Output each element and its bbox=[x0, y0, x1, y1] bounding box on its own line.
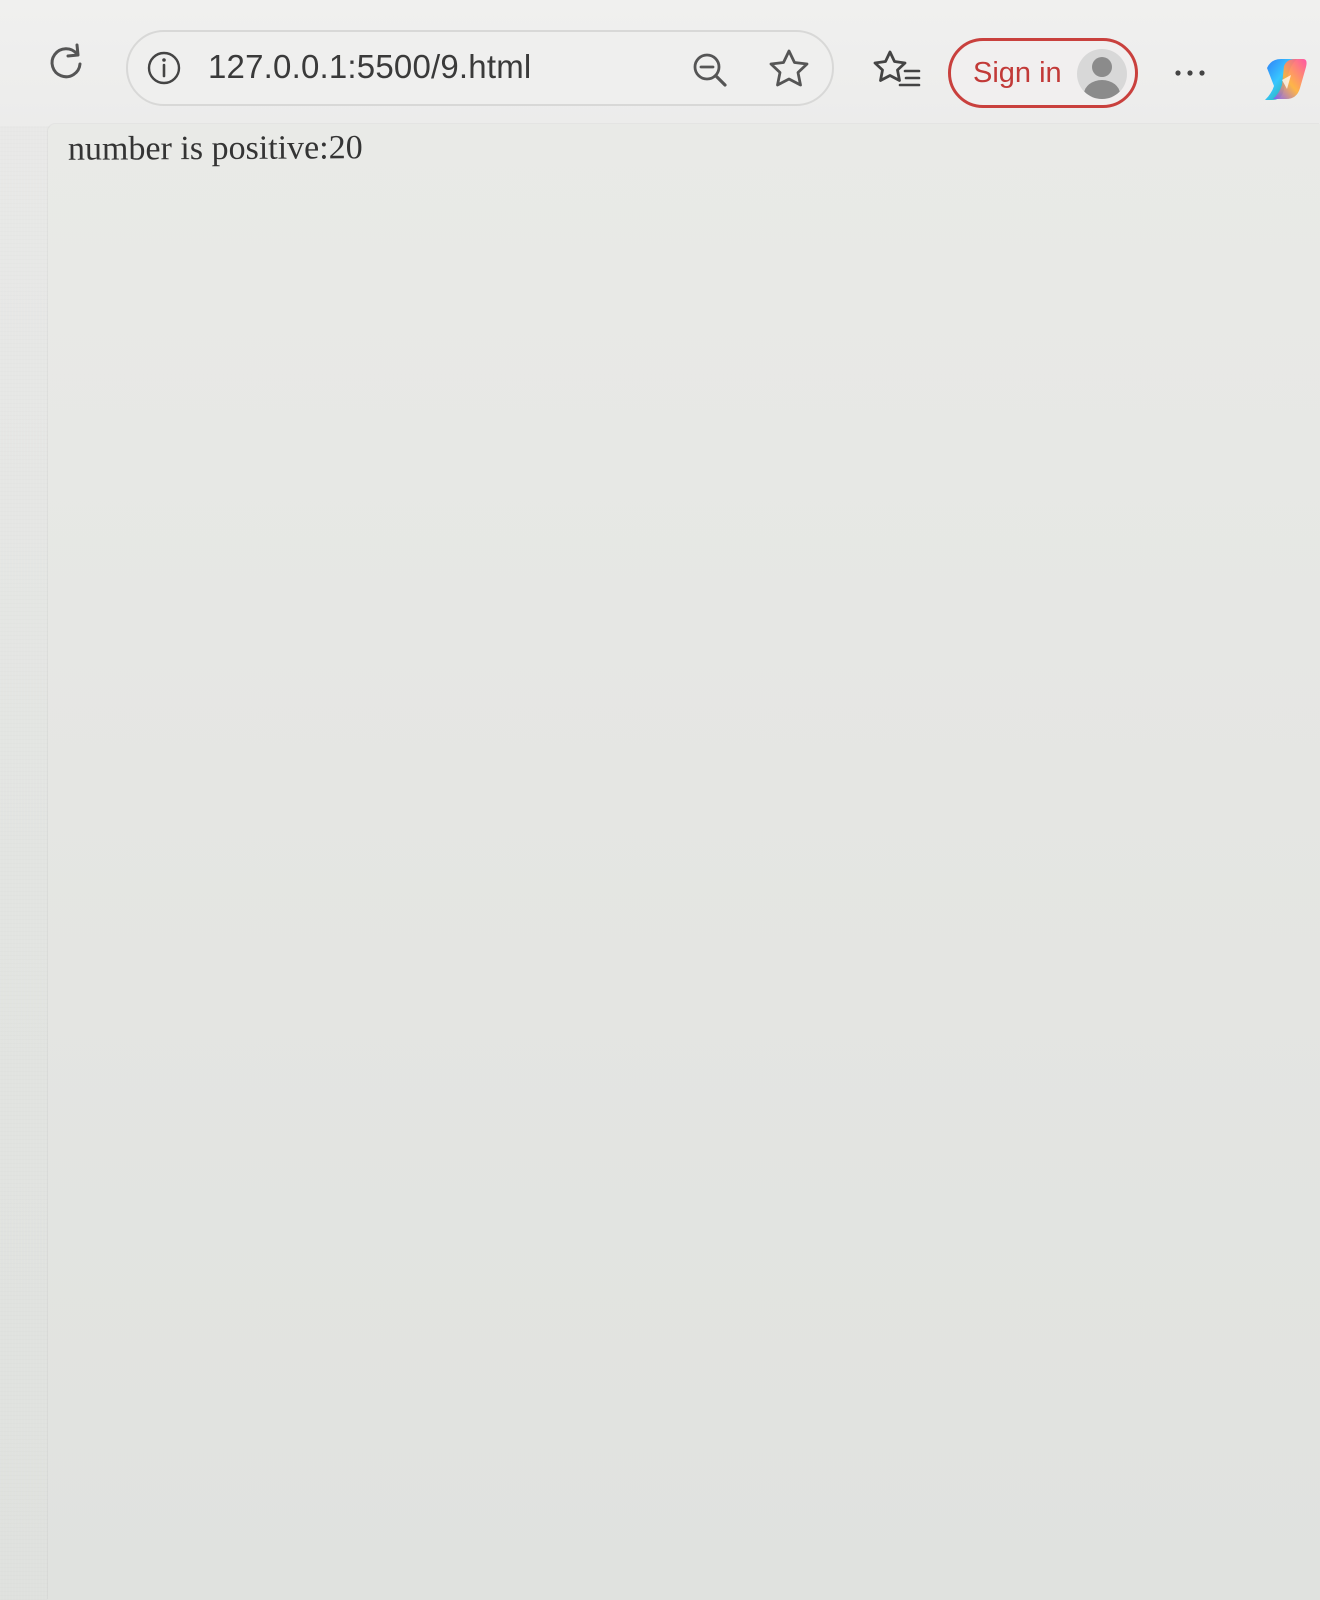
reload-icon[interactable] bbox=[42, 38, 90, 86]
sign-in-label: Sign in bbox=[973, 56, 1062, 89]
avatar-body-shape bbox=[1084, 80, 1120, 99]
favorites-list-icon[interactable] bbox=[872, 48, 924, 96]
profile-avatar-icon bbox=[1077, 49, 1127, 99]
browser-window: 127.0.0.1:5500/9.html Sign in number is … bbox=[0, 0, 1320, 1600]
info-icon[interactable] bbox=[146, 50, 182, 86]
browser-toolbar: 127.0.0.1:5500/9.html Sign in bbox=[0, 0, 1320, 126]
page-content: number is positive:20 bbox=[48, 124, 1320, 1600]
avatar-head-shape bbox=[1092, 57, 1112, 77]
zoom-out-icon[interactable] bbox=[688, 48, 732, 92]
more-options-icon[interactable] bbox=[1170, 52, 1212, 94]
copilot-icon[interactable] bbox=[1256, 50, 1314, 108]
address-url[interactable]: 127.0.0.1:5500/9.html bbox=[208, 48, 531, 86]
sign-in-button[interactable]: Sign in bbox=[948, 38, 1138, 108]
page-message: number is positive:20 bbox=[67, 129, 363, 168]
star-icon[interactable] bbox=[766, 46, 812, 92]
address-bar[interactable]: 127.0.0.1:5500/9.html bbox=[126, 30, 834, 106]
